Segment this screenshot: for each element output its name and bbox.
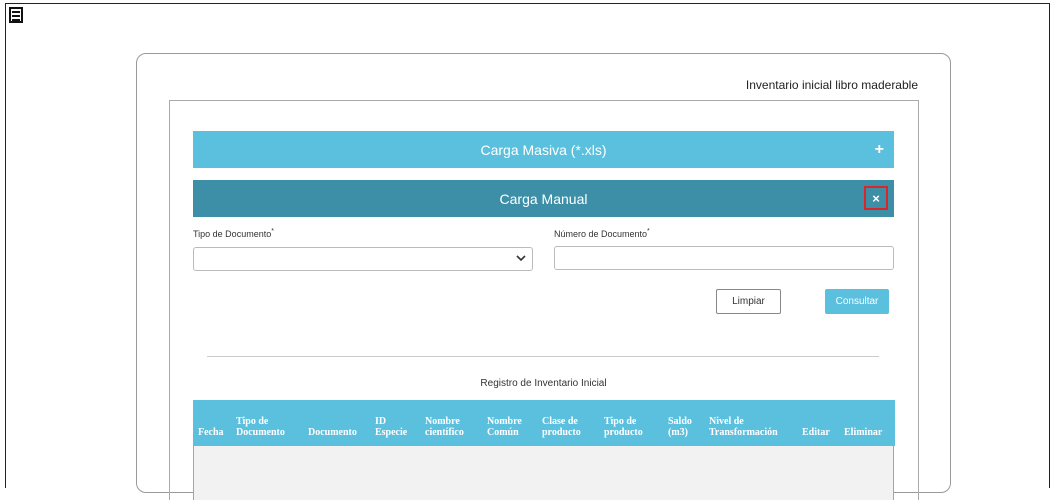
- column-header: Tipo de producto: [604, 416, 643, 438]
- table-header-row: Fecha Tipo de Documento Documento ID Especie N…: [194, 400, 895, 446]
- collapse-close-button[interactable]: ×: [864, 186, 888, 210]
- column-header: ID Especie: [375, 416, 408, 438]
- table-caption: Registro de Inventario Inicial: [480, 378, 607, 389]
- inventory-table: Fecha Tipo de Documento Documento ID Especie N…: [193, 400, 895, 500]
- tipo-documento-label: Tipo de Documento*: [193, 228, 274, 239]
- hamburger-icon[interactable]: [9, 7, 23, 23]
- column-header: Tipo de Documento: [236, 416, 285, 438]
- consultar-button[interactable]: Consultar: [825, 289, 889, 314]
- accordion-carga-masiva[interactable]: Carga Masiva (*.xls) +: [193, 131, 894, 168]
- accordion-carga-masiva-label: Carga Masiva (*.xls): [480, 141, 607, 158]
- accordion-carga-manual[interactable]: Carga Manual ×: [193, 180, 894, 217]
- numero-documento-input[interactable]: [554, 246, 894, 270]
- column-header: Fecha: [198, 427, 224, 438]
- close-icon: ×: [872, 190, 880, 206]
- column-header: Nombre científico: [425, 416, 464, 438]
- main-card: Inventario inicial libro maderable Carga…: [136, 53, 951, 500]
- chevron-down-icon: [516, 253, 526, 266]
- accordion-carga-manual-label: Carga Manual: [499, 190, 588, 207]
- expand-plus-icon[interactable]: +: [875, 141, 884, 159]
- column-header: Eliminar: [844, 427, 883, 438]
- page-title: Inventario inicial libro maderable: [745, 78, 918, 92]
- column-header: Nombre Común: [487, 416, 522, 438]
- tipo-documento-select[interactable]: [193, 247, 533, 271]
- divider: [207, 356, 879, 357]
- column-header: Editar: [802, 427, 830, 438]
- numero-documento-label: Número de Documento*: [554, 228, 650, 239]
- column-header: Saldo (m3): [668, 416, 692, 438]
- column-header: Documento: [308, 427, 357, 438]
- column-header: Clase de producto: [542, 416, 581, 438]
- column-header: Nivel de Transformación: [709, 416, 778, 438]
- limpiar-button[interactable]: Limpiar: [716, 289, 781, 314]
